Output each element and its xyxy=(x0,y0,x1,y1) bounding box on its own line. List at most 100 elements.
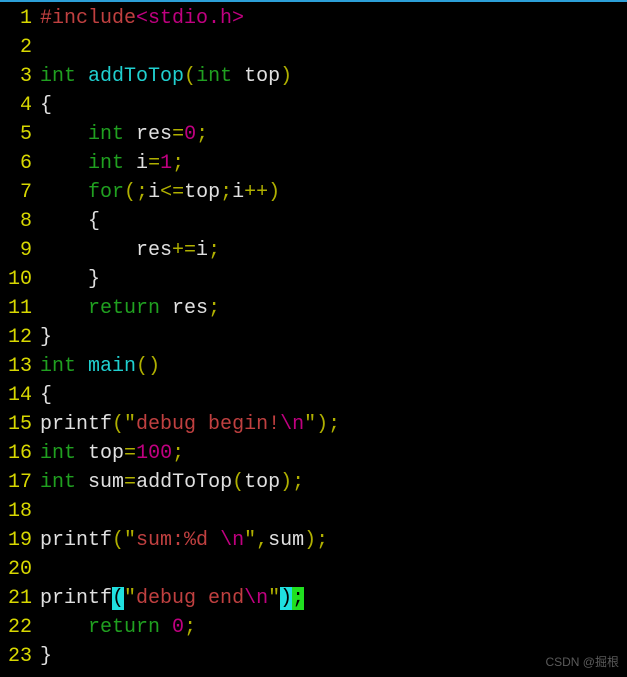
line-number: 14 xyxy=(0,381,32,410)
brace: { xyxy=(40,384,52,407)
brace: { xyxy=(40,94,52,117)
paren: ) xyxy=(280,65,292,88)
line-number: 20 xyxy=(0,555,32,584)
paren: ( xyxy=(112,529,124,552)
line-number: 2 xyxy=(0,33,32,62)
op: ++ xyxy=(244,181,268,204)
code-line[interactable]: { xyxy=(40,91,627,120)
paren: ( xyxy=(124,181,136,204)
line-number: 15 xyxy=(0,410,32,439)
code-line[interactable]: int sum=addToTop(top); xyxy=(40,468,627,497)
keyword-token: int xyxy=(88,123,124,146)
code-line[interactable]: printf("debug begin!\n"); xyxy=(40,410,627,439)
line-number: 4 xyxy=(0,91,32,120)
paren: ( xyxy=(232,471,244,494)
escape: \n xyxy=(280,413,304,436)
code-line[interactable]: } xyxy=(40,323,627,352)
keyword-token: int xyxy=(196,65,232,88)
ident: sum xyxy=(268,529,304,552)
code-line[interactable] xyxy=(40,555,627,584)
keyword-token: int xyxy=(88,152,124,175)
semi: ; xyxy=(208,239,220,262)
escape: \n xyxy=(220,529,244,552)
semi: ; xyxy=(292,471,304,494)
line-number: 10 xyxy=(0,265,32,294)
ident: i xyxy=(148,181,160,204)
ident: res xyxy=(172,297,208,320)
code-line[interactable]: for(;i<=top;i++) xyxy=(40,178,627,207)
code-line[interactable]: int top=100; xyxy=(40,439,627,468)
paren: ) xyxy=(316,413,328,436)
paren: ( xyxy=(184,65,196,88)
brace: } xyxy=(40,326,52,349)
line-number: 12 xyxy=(0,323,32,352)
code-line[interactable]: { xyxy=(40,207,627,236)
paren: ) xyxy=(148,355,160,378)
ident: i xyxy=(136,152,148,175)
code-line[interactable] xyxy=(40,497,627,526)
ident: sum xyxy=(88,471,124,494)
brace: } xyxy=(40,645,52,668)
code-line[interactable]: int addToTop(int top) xyxy=(40,62,627,91)
code-line[interactable] xyxy=(40,33,627,62)
code-line[interactable]: #include<stdio.h> xyxy=(40,4,627,33)
code-line[interactable]: int i=1; xyxy=(40,149,627,178)
semi: ; xyxy=(316,529,328,552)
code-line[interactable]: int main() xyxy=(40,352,627,381)
keyword-token: return xyxy=(88,297,160,320)
code-line[interactable]: int res=0; xyxy=(40,120,627,149)
op: += xyxy=(172,239,196,262)
line-number: 19 xyxy=(0,526,32,555)
code-line[interactable]: printf("debug end\n"); xyxy=(40,584,627,613)
keyword-token: int xyxy=(40,355,76,378)
keyword-token: int xyxy=(40,442,76,465)
code-line[interactable]: res+=i; xyxy=(40,236,627,265)
number: 100 xyxy=(136,442,172,465)
code-area[interactable]: #include<stdio.h> int addToTop(int top) … xyxy=(40,4,627,671)
line-number: 21 xyxy=(0,584,32,613)
ident: top xyxy=(184,181,220,204)
quote: " xyxy=(124,587,136,610)
brace: } xyxy=(88,268,100,291)
line-number: 18 xyxy=(0,497,32,526)
string: sum:%d xyxy=(136,529,220,552)
ident: res xyxy=(136,123,172,146)
ident: top xyxy=(244,65,280,88)
keyword-token: return xyxy=(88,616,160,639)
func-call: printf xyxy=(40,413,112,436)
semi: ; xyxy=(184,616,196,639)
semi: ; xyxy=(172,442,184,465)
line-number: 7 xyxy=(0,178,32,207)
ident: i xyxy=(196,239,208,262)
func-call: printf xyxy=(40,529,112,552)
quote: " xyxy=(268,587,280,610)
code-line[interactable]: return res; xyxy=(40,294,627,323)
number: 0 xyxy=(172,616,184,639)
ident: i xyxy=(232,181,244,204)
line-number: 13 xyxy=(0,352,32,381)
quote: " xyxy=(304,413,316,436)
code-line[interactable]: printf("sum:%d \n",sum); xyxy=(40,526,627,555)
line-number: 3 xyxy=(0,62,32,91)
op: = xyxy=(124,442,136,465)
paren: ) xyxy=(280,471,292,494)
cursor-block: ; xyxy=(292,587,304,610)
semi: ; xyxy=(328,413,340,436)
number: 0 xyxy=(184,123,196,146)
semi: ; xyxy=(196,123,208,146)
highlighted-paren: ) xyxy=(280,587,292,610)
line-number: 23 xyxy=(0,642,32,671)
code-editor[interactable]: 1 2 3 4 5 6 7 8 9 10 11 12 13 14 15 16 1… xyxy=(0,2,627,671)
line-number: 16 xyxy=(0,439,32,468)
paren: ) xyxy=(268,181,280,204)
line-number: 11 xyxy=(0,294,32,323)
string: debug begin! xyxy=(136,413,280,436)
line-number-gutter: 1 2 3 4 5 6 7 8 9 10 11 12 13 14 15 16 1… xyxy=(0,4,40,671)
code-line[interactable]: { xyxy=(40,381,627,410)
number: 1 xyxy=(160,152,172,175)
code-line[interactable]: } xyxy=(40,265,627,294)
code-line[interactable]: } xyxy=(40,642,627,671)
op: = xyxy=(148,152,160,175)
code-line[interactable]: return 0; xyxy=(40,613,627,642)
line-number: 22 xyxy=(0,613,32,642)
